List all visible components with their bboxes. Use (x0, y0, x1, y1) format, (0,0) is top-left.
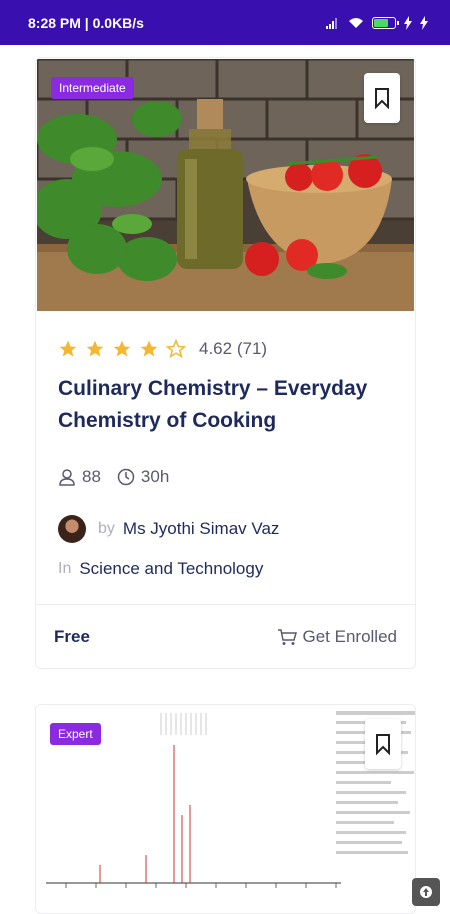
get-enrolled-button[interactable]: Get Enrolled (277, 627, 397, 647)
star-icon (59, 340, 77, 357)
course-thumbnail[interactable]: Intermediate (37, 59, 414, 311)
course-card-2[interactable]: Expert (35, 704, 416, 914)
signal-icon (326, 17, 340, 29)
by-label: by (98, 520, 115, 537)
star-icon (166, 339, 186, 359)
rating-count: (71) (236, 339, 268, 358)
author-name[interactable]: Ms Jyothi Simav Vaz (123, 519, 280, 539)
star-rating (58, 339, 186, 359)
star-icon (86, 340, 104, 357)
star-icon (113, 340, 131, 357)
user-icon (59, 469, 75, 486)
scroll-top-button[interactable] (412, 878, 440, 906)
bookmark-icon (375, 88, 389, 109)
price: Free (54, 626, 90, 646)
course-title[interactable]: Culinary Chemistry – Everyday Chemistry … (58, 373, 393, 437)
level-badge-2: Expert (50, 723, 101, 745)
author-row: by Ms Jyothi Simav Vaz (58, 515, 393, 543)
card-footer: Free Get Enrolled (36, 604, 415, 668)
status-time: 8:28 PM | 0.0KB/s (28, 14, 144, 31)
up-arrow-icon (420, 886, 432, 898)
course-card[interactable]: Intermediate 4.62 (71) Culinary Chemistr… (35, 57, 416, 669)
category-name[interactable]: Science and Technology (79, 559, 263, 579)
bolt-icon-2 (420, 15, 428, 30)
cart-icon (277, 628, 297, 645)
battery-icon (372, 16, 399, 29)
clock-icon (117, 468, 135, 486)
status-bar: 8:28 PM | 0.0KB/s (0, 0, 450, 45)
bolt-icon (404, 15, 412, 30)
bookmark-button[interactable] (364, 73, 400, 123)
category-row: In Science and Technology (58, 559, 393, 579)
duration: 30h (117, 467, 169, 487)
level-badge: Intermediate (51, 77, 134, 99)
course-meta: 88 30h (58, 467, 393, 487)
students-count: 88 (58, 467, 101, 487)
avatar (58, 515, 86, 543)
status-icons (326, 15, 428, 30)
bookmark-button-2[interactable] (365, 719, 401, 769)
rating-row: 4.62 (71) (58, 339, 393, 359)
wifi-icon (349, 17, 363, 28)
in-label: In (58, 560, 72, 577)
rating-value: 4.62 (71) (199, 339, 268, 358)
bookmark-icon (376, 734, 390, 755)
star-icon (140, 340, 158, 357)
